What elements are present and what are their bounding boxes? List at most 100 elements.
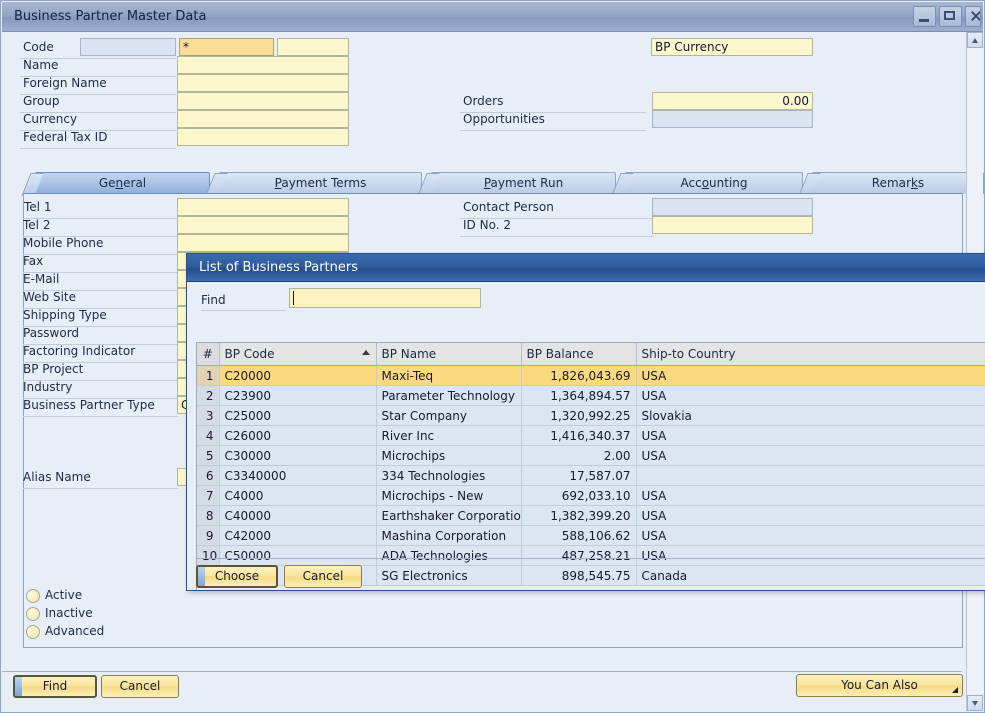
minimize-button[interactable] — [913, 6, 936, 27]
underline-e-mail — [23, 290, 178, 291]
choose-button[interactable]: Choose — [196, 565, 278, 588]
cell-bp-code: C25000 — [219, 405, 377, 426]
scroll-down-button[interactable] — [967, 695, 983, 711]
tab-accounting-label: Accounting — [680, 176, 748, 190]
table-row[interactable]: 4 C26000 River Inc 1,416,340.37 USA — [197, 425, 985, 446]
cell-ship-to-country: USA — [636, 545, 985, 566]
cell-bp-name: 334 Technologies — [376, 465, 522, 486]
cell-bp-name: River Inc — [376, 425, 522, 446]
column-header-ship-to-country[interactable]: Ship-to Country — [636, 343, 985, 366]
sort-ascending-icon — [361, 350, 370, 355]
table-row[interactable]: 1 C20000 Maxi-Teq 1,826,043.69 USA — [197, 365, 985, 386]
tab-payment-terms[interactable]: Payment Terms — [205, 172, 422, 196]
underline-password — [23, 344, 178, 345]
table-row[interactable]: 2 C23900 Parameter Technology 1,364,894.57 U… — [197, 385, 985, 406]
text-cursor — [293, 291, 294, 305]
tab-remarks[interactable]: Remarks — [798, 172, 984, 196]
scroll-up-button[interactable] — [967, 32, 983, 48]
foreign-name-field[interactable] — [177, 74, 349, 92]
cell-ship-to-country: USA — [636, 425, 985, 446]
you-can-also-label: You Can Also — [841, 678, 918, 692]
opportunities-field[interactable] — [652, 110, 813, 128]
cell-bp-code: C20000 — [219, 365, 377, 386]
radio-advanced-icon — [26, 625, 40, 639]
orders-field[interactable]: 0.00 — [652, 92, 813, 110]
tab-remarks-label: Remarks — [871, 176, 925, 190]
list-of-business-partners-dialog: List of Business Partners Find # BP Code — [186, 253, 985, 591]
cell-bp-balance: 1,416,340.37 — [521, 425, 637, 446]
tab-payment-run[interactable]: Payment Run — [417, 172, 616, 196]
code-search-field[interactable]: * — [179, 38, 274, 56]
tel-2-field[interactable] — [177, 216, 349, 234]
business-partners-grid[interactable]: # BP Code BP Name BP Balance Ship-to Cou… — [196, 342, 985, 590]
find-button[interactable]: Find — [13, 675, 97, 698]
cell-bp-name: SG Electronics — [376, 565, 522, 586]
table-row[interactable]: 6 C3340000 334 Technologies 17,587.07 — [197, 465, 985, 486]
column-header-num[interactable]: # — [197, 343, 220, 366]
cell-row-number: 8 — [197, 505, 220, 526]
dialog-find-input[interactable] — [289, 288, 481, 308]
column-header-bp-code[interactable]: BP Code — [219, 343, 377, 366]
tab-bar: General Payment Terms Payment Run Accoun… — [21, 172, 984, 196]
cell-bp-balance: 898,545.75 — [521, 565, 637, 586]
column-header-bp-name[interactable]: BP Name — [376, 343, 522, 366]
dialog-footer-separator — [196, 558, 985, 559]
close-button[interactable] — [965, 6, 981, 27]
maximize-button[interactable] — [939, 6, 962, 27]
tab-accounting[interactable]: Accounting — [611, 172, 803, 196]
business-partners-table: # BP Code BP Name BP Balance Ship-to Cou… — [197, 343, 985, 586]
cell-bp-name: Microchips - New — [376, 485, 522, 506]
label-factoring-indicator: Factoring Indicator — [23, 344, 136, 358]
table-row[interactable]: 7 C4000 Microchips - New 692,033.10 USA — [197, 485, 985, 506]
cell-bp-name: Maxi-Teq — [376, 365, 522, 386]
table-row[interactable]: 9 C42000 Mashina Corporation 588,106.62 USA — [197, 525, 985, 546]
table-row[interactable]: 8 C40000 Earthshaker Corporation 1,382,399.… — [197, 505, 985, 526]
you-can-also-button[interactable]: You Can Also — [796, 674, 963, 697]
cancel-button[interactable]: Cancel — [101, 675, 179, 698]
tab-payment-terms-label: Payment Terms — [274, 176, 367, 190]
cell-bp-balance: 1,364,894.57 — [521, 385, 637, 406]
cell-ship-to-country: USA — [636, 525, 985, 546]
chevron-up-icon — [972, 38, 978, 43]
tab-general-label: General — [98, 176, 147, 190]
label-industry: Industry — [23, 380, 73, 394]
label-shipping-type: Shipping Type — [23, 308, 107, 322]
bp-currency-combo[interactable]: BP Currency — [651, 38, 813, 56]
group-combo[interactable] — [177, 92, 349, 110]
tab-general[interactable]: General — [21, 172, 210, 196]
underline-tel-2 — [23, 236, 178, 237]
code-readonly-field[interactable] — [80, 38, 176, 56]
label-tel-2: Tel 2 — [23, 218, 51, 232]
code-type-combo[interactable] — [277, 38, 349, 56]
mobile-phone-field[interactable] — [177, 234, 349, 252]
dialog-body: Find # BP Code BP Name BP Balance Ship-t… — [187, 282, 985, 590]
cell-bp-code: C30000 — [219, 445, 377, 466]
cell-bp-code: C4000 — [219, 485, 377, 506]
label-foreign-name: Foreign Name — [23, 76, 107, 90]
cell-ship-to-country: USA — [636, 365, 985, 386]
federal-tax-id-field[interactable] — [177, 128, 349, 146]
cell-bp-balance: 487,258.21 — [521, 545, 637, 566]
label-alias-name: Alias Name — [23, 470, 91, 484]
contact-person-field[interactable] — [652, 198, 813, 216]
dialog-titlebar: List of Business Partners — [187, 254, 985, 282]
underline-factoring-indicator — [23, 362, 178, 363]
label-tel-1: Tel 1 — [24, 200, 52, 214]
table-row[interactable]: 10 C50000 ADA Technologies 487,258.21 USA — [197, 545, 985, 566]
dialog-title: List of Business Partners — [199, 260, 358, 275]
header-form: Code Name Foreign Name Group Currency Fe… — [2, 32, 983, 162]
table-row[interactable]: 5 C30000 Microchips 2.00 USA — [197, 445, 985, 466]
cell-row-number: 7 — [197, 485, 220, 506]
underline-id-no-2 — [460, 236, 654, 237]
cell-bp-balance: 588,106.62 — [521, 525, 637, 546]
id-no-2-field[interactable] — [652, 216, 813, 234]
currency-combo[interactable] — [177, 110, 349, 128]
cell-row-number: 3 — [197, 405, 220, 426]
name-field[interactable] — [177, 56, 349, 74]
cell-bp-name: Microchips — [376, 445, 522, 466]
column-header-bp-balance[interactable]: BP Balance — [521, 343, 637, 366]
cell-row-number: 1 — [197, 365, 220, 386]
tel-1-field[interactable] — [177, 198, 349, 216]
table-row[interactable]: 3 C25000 Star Company 1,320,992.25 Slovakia — [197, 405, 985, 426]
dialog-cancel-button[interactable]: Cancel — [284, 565, 362, 588]
